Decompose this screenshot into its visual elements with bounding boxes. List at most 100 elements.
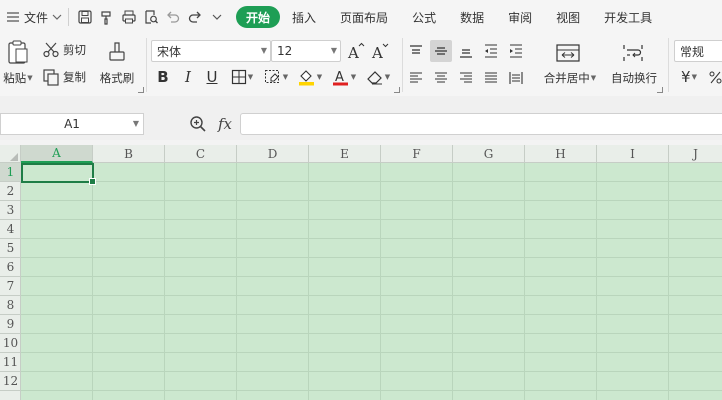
tab-developer[interactable]: 开发工具 [592,6,664,28]
bold-label: B [157,68,169,86]
currency-button[interactable]: ¥ ▼ [676,67,702,87]
tab-data[interactable]: 数据 [448,6,496,28]
row-header-12[interactable]: 12 [0,372,21,391]
group-launcher-icon[interactable] [657,87,663,93]
row-header-6[interactable]: 6 [0,258,21,277]
italic-label: I [185,68,191,86]
column-header-a[interactable]: A [21,145,93,163]
row-headers: 1 2 3 4 5 6 7 8 9 10 11 12 [0,163,21,400]
row-label: 8 [6,298,15,312]
row-header-2[interactable]: 2 [0,182,21,201]
column-header-b[interactable]: B [93,145,165,163]
column-header-j[interactable]: J [669,145,722,163]
bold-button[interactable]: B [153,67,173,87]
row-header-7[interactable]: 7 [0,277,21,296]
tab-home[interactable]: 开始 [236,6,281,28]
column-header-g[interactable]: G [453,145,525,163]
select-all-button[interactable] [0,145,21,163]
paste-button[interactable] [2,38,34,66]
distributed-icon [509,72,523,84]
tab-review[interactable]: 审阅 [496,6,544,28]
undo-icon[interactable] [162,6,184,28]
font-color-icon: A [332,70,348,86]
row-header-3[interactable]: 3 [0,201,21,220]
row-header-1[interactable]: 1 [0,163,21,182]
formula-bar: A1 ▼ fx [0,96,722,140]
cell-style-button[interactable]: ▼ [261,67,291,87]
increase-indent-button[interactable] [505,40,527,62]
print-preview-icon[interactable] [140,6,162,28]
align-left-button[interactable] [405,67,427,89]
increase-font-button[interactable]: A [346,41,366,61]
align-bottom-button[interactable] [455,40,477,62]
borders-button[interactable]: ▼ [227,67,257,87]
cut-button[interactable]: 剪切 [42,40,86,60]
zoom-button[interactable] [188,114,208,134]
dropdown-arrow-icon: ▼ [282,73,289,81]
column-header-d[interactable]: D [237,145,309,163]
file-menu[interactable]: 文件 [0,0,62,34]
insert-function-button[interactable]: fx [213,113,237,135]
column-header-e[interactable]: E [309,145,381,163]
row-header-10[interactable]: 10 [0,334,21,353]
name-box[interactable]: A1 ▼ [0,113,144,135]
dropdown-arrow-icon: ▼ [316,73,323,81]
column-header-h[interactable]: H [525,145,597,163]
format-painter-button[interactable] [102,38,132,66]
decrease-indent-button[interactable] [480,40,502,62]
font-color-button[interactable]: A ▼ [329,67,359,87]
copy-icon [43,69,59,86]
distributed-button[interactable] [505,67,527,89]
row-header-9[interactable]: 9 [0,315,21,334]
merge-center-button[interactable] [548,40,588,66]
column-label: G [483,147,494,161]
merge-center-menu[interactable]: 合并居中 ▼ [536,70,604,86]
format-painter-icon[interactable] [96,6,118,28]
tab-formulas[interactable]: 公式 [400,6,448,28]
align-center-button[interactable] [430,67,452,89]
group-launcher-icon[interactable] [138,87,144,93]
formula-input[interactable] [240,113,722,135]
cell-grid[interactable] [21,163,722,400]
align-top-button[interactable] [405,40,427,62]
paste-menu[interactable]: 粘贴 ▼ [0,70,36,86]
column-header-c[interactable]: C [165,145,237,163]
align-top-icon [410,45,422,54]
row-label: 4 [6,222,15,236]
clear-button[interactable]: ▼ [363,67,393,87]
tab-insert[interactable]: 插入 [280,6,328,28]
save-icon[interactable] [74,6,96,28]
number-format-select[interactable]: 常规 [674,40,722,62]
percent-button[interactable] [708,67,722,87]
tab-page-layout[interactable]: 页面布局 [328,6,400,28]
italic-button[interactable]: I [178,67,198,87]
justify-button[interactable] [480,67,502,89]
align-right-button[interactable] [455,67,477,89]
row-header-11[interactable]: 11 [0,353,21,372]
redo-icon[interactable] [184,6,206,28]
font-name-select[interactable]: 宋体 ▼ [151,40,271,62]
print-icon[interactable] [118,6,140,28]
row-label: 7 [6,279,15,293]
decrease-font-button[interactable]: A [370,41,390,61]
underline-button[interactable]: U [202,67,222,87]
font-size-select[interactable]: 12 ▼ [271,40,341,62]
cut-label: 剪切 [63,43,86,57]
column-header-i[interactable]: I [597,145,669,163]
customize-icon[interactable] [206,6,228,28]
group-launcher-icon[interactable] [394,87,400,93]
align-middle-button[interactable] [430,40,452,62]
decrease-indent-icon [485,44,497,58]
column-header-f[interactable]: F [381,145,453,163]
row-header-4[interactable]: 4 [0,220,21,239]
column-label: F [412,147,421,161]
chevron-down-icon: ▼ [260,46,267,55]
row-header-8[interactable]: 8 [0,296,21,315]
tab-view[interactable]: 视图 [544,6,592,28]
wrap-text-button[interactable] [618,40,648,66]
copy-button[interactable]: 复制 [42,67,86,87]
dropdown-arrow-icon: ▼ [590,74,597,82]
active-cell-a1[interactable] [21,163,96,185]
row-header-5[interactable]: 5 [0,239,21,258]
fill-color-button[interactable]: ▼ [295,67,325,87]
